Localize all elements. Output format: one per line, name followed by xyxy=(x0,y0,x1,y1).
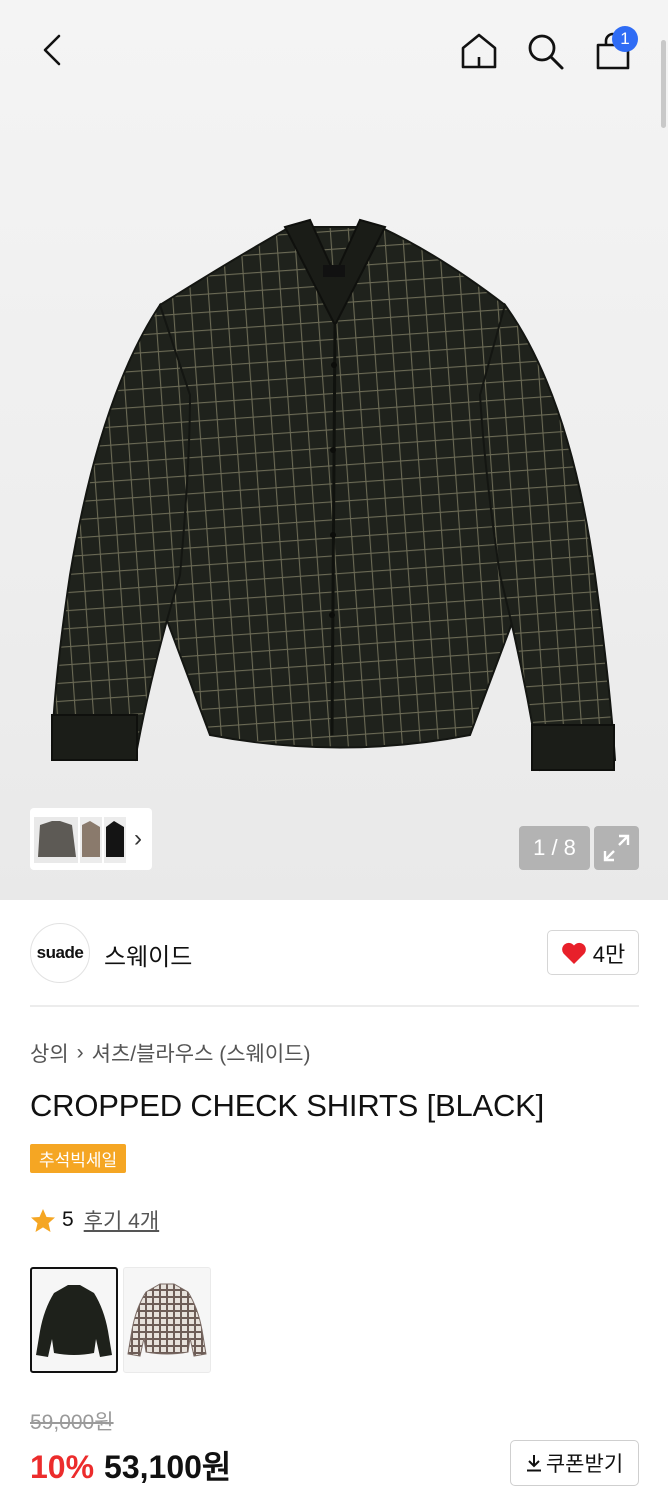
cart-count-badge: 1 xyxy=(612,26,638,52)
back-button[interactable] xyxy=(30,28,74,72)
like-button[interactable]: 4만 xyxy=(547,930,639,975)
color-thumbnails xyxy=(34,817,126,863)
discount-rate: 10% xyxy=(30,1449,95,1485)
product-gallery[interactable]: 1 › 1 / 8 xyxy=(0,0,668,900)
color-option-image xyxy=(36,1285,112,1357)
color-option-image xyxy=(127,1283,207,1357)
chevron-right-icon: › xyxy=(76,1041,84,1064)
rating-row: 5 후기 4개 xyxy=(30,1205,159,1235)
coupon-button[interactable]: 쿠폰받기 xyxy=(510,1440,639,1486)
sale-badge: 추석빅세일 xyxy=(30,1144,127,1173)
brand-name[interactable]: 스웨이드 xyxy=(104,937,192,972)
download-icon xyxy=(526,1455,541,1472)
color-option-black[interactable] xyxy=(30,1267,118,1373)
color-thumbnail-strip[interactable]: › xyxy=(30,808,152,870)
product-image xyxy=(50,218,617,772)
home-icon xyxy=(461,33,497,69)
scrollbar[interactable] xyxy=(661,40,666,128)
fullscreen-button[interactable] xyxy=(594,826,639,870)
search-button[interactable] xyxy=(522,28,568,74)
breadcrumb: 상의 › 셔츠/블라우스 (스웨이드) xyxy=(30,1038,311,1068)
breadcrumb-subcategory[interactable]: 셔츠/블라우스 (스웨이드) xyxy=(92,1038,311,1068)
brand-logo-text: suade xyxy=(36,943,84,962)
divider xyxy=(30,1005,639,1007)
brand-logo[interactable]: suade xyxy=(30,923,90,983)
reviews-link[interactable]: 후기 4개 xyxy=(84,1205,159,1235)
breadcrumb-category[interactable]: 상의 xyxy=(30,1038,69,1068)
price-row: 10% 53,100원 xyxy=(30,1442,231,1488)
expand-icon xyxy=(603,834,630,862)
original-price: 59,000원 xyxy=(30,1411,114,1434)
heart-icon xyxy=(561,942,586,964)
top-bar: 1 xyxy=(0,0,668,100)
final-price: 53,100원 xyxy=(104,1449,232,1485)
rating-score: 5 xyxy=(62,1208,74,1231)
search-icon xyxy=(528,34,564,70)
star-icon xyxy=(31,1208,55,1232)
image-counter: 1 / 8 xyxy=(519,826,590,870)
like-count: 4만 xyxy=(592,941,626,967)
home-button[interactable] xyxy=(456,28,502,74)
color-option-check[interactable] xyxy=(123,1267,211,1373)
product-title: CROPPED CHECK SHIRTS [BLACK] xyxy=(30,1088,545,1123)
coupon-label: 쿠폰받기 xyxy=(545,1453,624,1476)
chevron-right-icon: › xyxy=(134,825,142,852)
back-icon xyxy=(43,34,61,66)
